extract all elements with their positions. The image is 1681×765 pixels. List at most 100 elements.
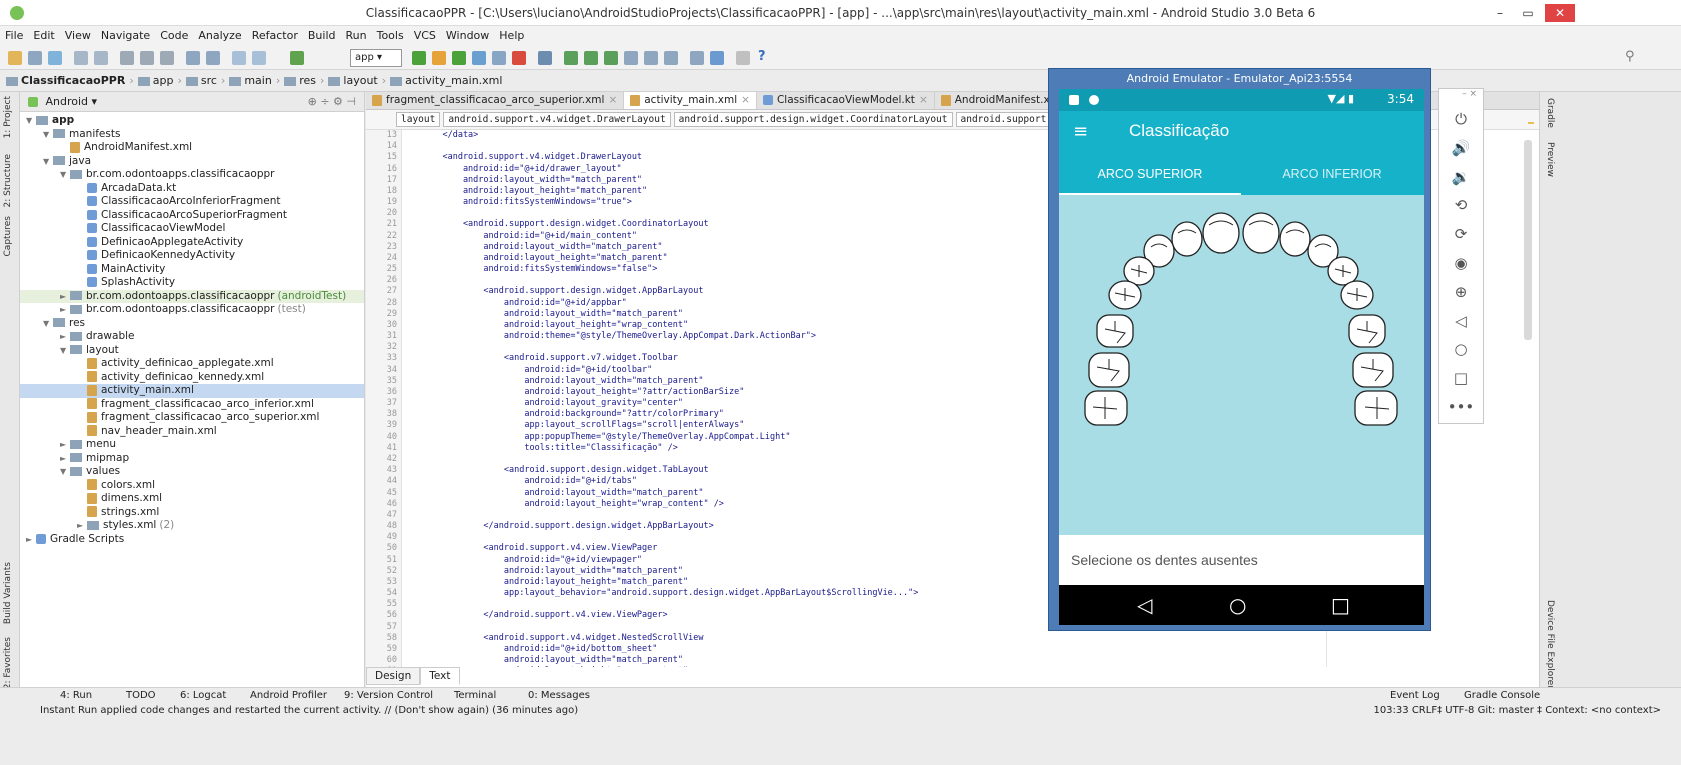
status-right-info[interactable]: 103:33 CRLF‡ UTF-8 Git: master ‡ Context…	[1373, 705, 1661, 716]
expand-arrow-icon[interactable]: ►	[60, 303, 70, 317]
xml-crumb[interactable]: android.support.v4.widget.DrawerLayout	[443, 112, 671, 127]
code-line[interactable]	[422, 454, 1042, 465]
tree-item[interactable]: AndroidManifest.xml	[20, 141, 364, 155]
breadcrumb-item[interactable]: src	[201, 74, 217, 87]
tree-item[interactable]: ClassificacaoArcoSuperiorFragment	[20, 209, 364, 223]
home-icon[interactable]: ○	[1439, 335, 1483, 364]
tree-item[interactable]: ▼ app	[20, 114, 364, 128]
close-button[interactable]: ✕	[1545, 4, 1575, 22]
tool-tab-preview[interactable]: Preview	[1545, 142, 1555, 177]
expand-arrow-icon[interactable]: ▼	[60, 344, 70, 358]
code-line[interactable]: android:layout_height="match_parent"	[422, 186, 1042, 197]
code-line[interactable]: android:layout_height="?attr/actionBarSi…	[422, 387, 1042, 398]
layout-inspector-icon[interactable]	[644, 51, 658, 65]
code-line[interactable]: <android.support.design.widget.Coordinat…	[422, 219, 1042, 230]
code-line[interactable]: android:theme="@style/ThemeOverlay.AppCo…	[422, 331, 1042, 342]
close-tab-icon[interactable]: ×	[919, 94, 928, 106]
tree-item[interactable]: strings.xml	[20, 506, 364, 520]
breadcrumb-item[interactable]: main	[244, 74, 271, 87]
menu-vcs[interactable]: VCS	[409, 26, 441, 45]
run-icon[interactable]	[412, 51, 426, 65]
attach-debugger-icon[interactable]	[492, 51, 506, 65]
code-line[interactable]: android:layout_width="match_parent"	[422, 309, 1042, 320]
tree-item[interactable]: activity_definicao_kennedy.xml	[20, 371, 364, 385]
tool-tab-captures[interactable]: Captures	[3, 216, 13, 256]
tree-item[interactable]: colors.xml	[20, 479, 364, 493]
tool-tab-build-variants[interactable]: Build Variants	[3, 562, 13, 624]
code-line[interactable]: android:layout_width="match_parent"	[422, 655, 1042, 666]
debug-icon[interactable]	[452, 51, 466, 65]
forward-nav-icon[interactable]	[252, 51, 266, 65]
expand-arrow-icon[interactable]: ▼	[60, 465, 70, 479]
breadcrumb-item[interactable]: app	[153, 74, 174, 87]
code-line[interactable]: </data>	[422, 130, 1042, 141]
redo-icon[interactable]	[94, 51, 108, 65]
expand-arrow-icon[interactable]: ►	[60, 452, 70, 466]
tab-arco-superior[interactable]: ARCO SUPERIOR	[1059, 167, 1241, 181]
code-line[interactable]: android:fitsSystemWindows="false">	[422, 264, 1042, 275]
code-line[interactable]	[422, 532, 1042, 543]
expand-arrow-icon[interactable]: ▼	[43, 155, 53, 169]
theme-icon[interactable]	[736, 51, 750, 65]
tab-design[interactable]: Design	[366, 667, 421, 685]
back-nav-icon[interactable]	[232, 51, 246, 65]
tool-tab-favorites[interactable]: 2: Favorites	[3, 637, 13, 689]
minimize-button[interactable]: –	[1487, 4, 1513, 22]
menu-build[interactable]: Build	[303, 26, 341, 45]
breadcrumb-item[interactable]: ClassificacaoPPR	[21, 74, 125, 87]
run-config-select[interactable]: app ▾	[350, 49, 402, 67]
menu-help[interactable]: Help	[494, 26, 529, 45]
code-line[interactable]	[422, 599, 1042, 610]
tree-item[interactable]: ArcadaData.kt	[20, 182, 364, 196]
copy-icon[interactable]	[140, 51, 154, 65]
replace-icon[interactable]	[206, 51, 220, 65]
breadcrumb-item[interactable]: activity_main.xml	[405, 74, 502, 87]
hamburger-menu-icon[interactable]: ≡	[1073, 121, 1088, 142]
undo-icon[interactable]	[74, 51, 88, 65]
breadcrumb-item[interactable]: layout	[343, 74, 377, 87]
save-icon[interactable]	[28, 51, 42, 65]
device-monitor-icon[interactable]	[624, 51, 638, 65]
breadcrumb-item[interactable]: res	[299, 74, 316, 87]
tree-item[interactable]: ▼ res	[20, 317, 364, 331]
tree-item[interactable]: ▼ br.com.odontoapps.classificacaoppr	[20, 168, 364, 182]
tab-arco-inferior[interactable]: ARCO INFERIOR	[1241, 167, 1423, 181]
tool-tab-logcat[interactable]: 6: Logcat	[180, 690, 226, 701]
tool-tab-version-control[interactable]: 9: Version Control	[344, 690, 433, 701]
menu-analyze[interactable]: Analyze	[193, 26, 246, 45]
code-line[interactable]: app:layout_scrollFlags="scroll|enterAlwa…	[422, 420, 1042, 431]
nav-recent-icon[interactable]: □	[1331, 593, 1350, 617]
panel-actions-icons[interactable]: ⊕ ÷ ⚙ ⊣	[308, 95, 356, 108]
make-icon[interactable]	[290, 51, 304, 65]
download-icon[interactable]	[710, 51, 724, 65]
code-line[interactable]: android:layout_gravity="center"	[422, 398, 1042, 409]
code-line[interactable]: android:layout_width="match_parent"	[422, 175, 1042, 186]
find-icon[interactable]	[186, 51, 200, 65]
close-tab-icon[interactable]: ×	[741, 94, 750, 106]
tooth-11[interactable]	[1202, 212, 1240, 254]
expand-arrow-icon[interactable]: ►	[60, 290, 70, 304]
menu-tools[interactable]: Tools	[372, 26, 409, 45]
stop-icon[interactable]	[512, 51, 526, 65]
project-view-select[interactable]: Android ▾	[46, 95, 98, 108]
tree-item[interactable]: ClassificacaoArcoInferiorFragment	[20, 195, 364, 209]
code-line[interactable]	[422, 275, 1042, 286]
expand-arrow-icon[interactable]: ▼	[60, 168, 70, 182]
volume-down-icon[interactable]: 🔉	[1439, 163, 1483, 192]
menu-code[interactable]: Code	[155, 26, 193, 45]
code-line[interactable]: android:layout_width="match_parent"	[422, 242, 1042, 253]
bottom-sheet[interactable]: Selecione os dentes ausentes	[1059, 535, 1424, 585]
xml-crumb[interactable]: layout	[396, 112, 441, 127]
code-line[interactable]: app:popupTheme="@style/ThemeOverlay.AppC…	[422, 432, 1042, 443]
code-line[interactable]: <android.support.design.widget.AppBarLay…	[422, 286, 1042, 297]
nav-home-icon[interactable]: ○	[1229, 593, 1246, 617]
code-line[interactable]: android:layout_height="wrap_content"	[422, 666, 1042, 667]
code-line[interactable]: android:layout_height="wrap_content"	[422, 320, 1042, 331]
help-icon[interactable]: ?	[758, 49, 766, 64]
sdk-manager-icon[interactable]	[604, 51, 618, 65]
tree-item[interactable]: SplashActivity	[20, 276, 364, 290]
code-line[interactable]	[422, 622, 1042, 633]
tool-tab-terminal[interactable]: Terminal	[454, 690, 496, 701]
tool-tab-messages[interactable]: 0: Messages	[528, 690, 590, 701]
code-line[interactable]: android:layout_height="wrap_content" />	[422, 499, 1042, 510]
